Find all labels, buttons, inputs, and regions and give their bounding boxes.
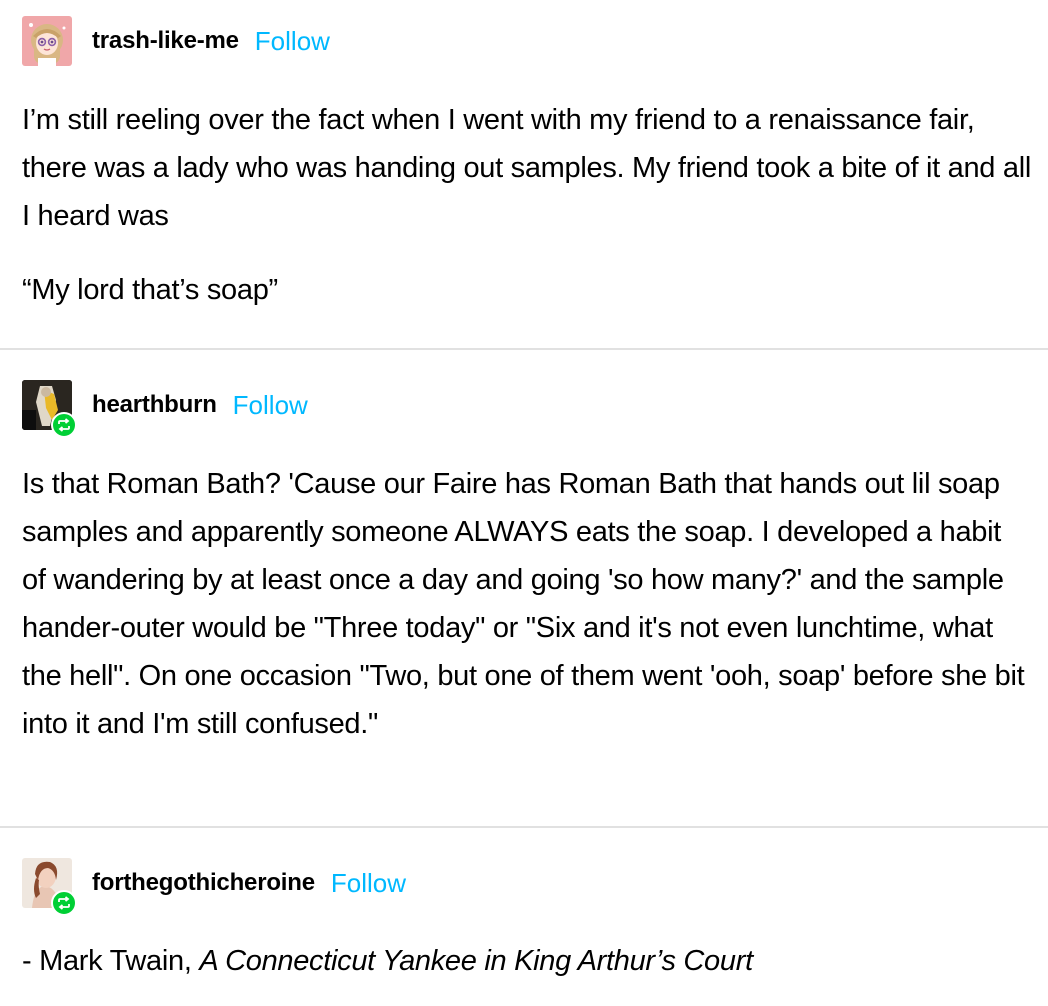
post-paragraph: - Mark Twain, A Connecticut Yankee in Ki… — [22, 937, 1032, 985]
quote-attribution: - Mark Twain, — [22, 945, 200, 977]
post-divider — [0, 826, 1048, 828]
post-header: hearthburn Follow — [22, 380, 308, 438]
post-body: - Mark Twain, A Connecticut Yankee in Ki… — [22, 937, 1032, 985]
follow-button[interactable]: Follow — [331, 868, 406, 899]
username[interactable]: hearthburn — [92, 391, 217, 419]
anime-girl-avatar-icon — [22, 16, 72, 66]
avatar[interactable] — [22, 380, 77, 438]
post-divider — [0, 348, 1048, 350]
post-paragraph: Is that Roman Bath? 'Cause our Faire has… — [22, 468, 1025, 740]
quote-title: A Connecticut Yankee in King Arthur’s Co… — [199, 945, 753, 977]
post-header: trash-like-me Follow — [22, 16, 330, 66]
post-header: forthegothicheroine Follow — [22, 858, 406, 916]
post-body: Is that Roman Bath? 'Cause our Faire has… — [22, 460, 1032, 748]
post-paragraph: I’m still reeling over the fact when I w… — [22, 104, 1031, 232]
avatar[interactable] — [22, 858, 77, 916]
reblog-icon — [51, 412, 77, 438]
username[interactable]: trash-like-me — [92, 27, 239, 55]
post-paragraph: “My lord that’s soap” — [22, 274, 278, 306]
avatar[interactable] — [22, 16, 72, 66]
post-body: I’m still reeling over the fact when I w… — [22, 96, 1032, 314]
follow-button[interactable]: Follow — [255, 26, 330, 57]
reblog-icon — [51, 890, 77, 916]
follow-button[interactable]: Follow — [233, 390, 308, 421]
username[interactable]: forthegothicheroine — [92, 869, 315, 897]
